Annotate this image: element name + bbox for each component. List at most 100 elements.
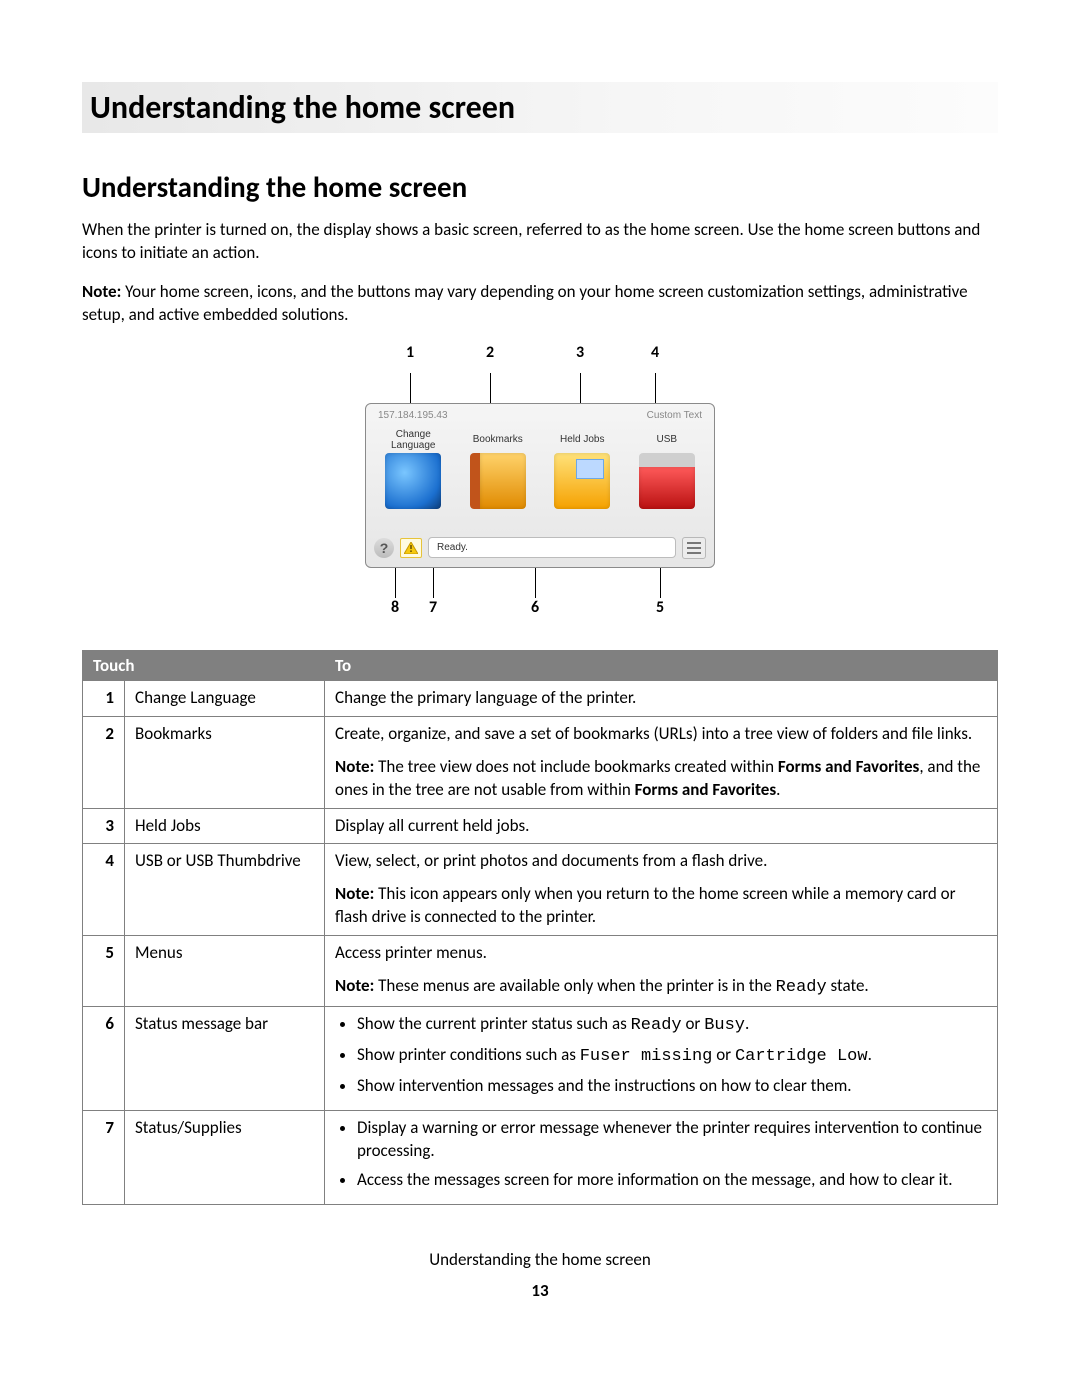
page-number: 13 — [82, 1280, 998, 1301]
home-item-held-jobs[interactable]: Held Jobs — [545, 429, 619, 509]
callouts-top: 1 2 3 4 — [365, 343, 715, 373]
note-text: These menus are available only when the … — [374, 975, 775, 996]
row-desc: Display all current held jobs. — [325, 808, 998, 844]
status-cartridge-low: Cartridge Low — [735, 1047, 868, 1066]
row-number: 5 — [83, 936, 125, 1007]
row-name: Status message bar — [125, 1007, 325, 1111]
bullet-text: Show printer conditions such as — [357, 1044, 580, 1065]
home-screen-reference-table: Touch To 1 Change Language Change the pr… — [82, 650, 998, 1205]
row-name: Bookmarks — [125, 716, 325, 808]
table-row: 3 Held Jobs Display all current held job… — [83, 808, 998, 844]
note-label: Note: — [82, 281, 121, 302]
device-custom-text: Custom Text — [647, 410, 702, 421]
bullet: Show printer conditions such as Fuser mi… — [357, 1044, 987, 1069]
callout-leaders-bottom — [365, 568, 715, 598]
note-text: state. — [827, 975, 869, 996]
home-item-label: Held Jobs — [545, 429, 619, 451]
bookmark-icon — [470, 453, 526, 509]
note-text: . — [776, 779, 780, 800]
row-note: Note: This icon appears only when you re… — [335, 883, 987, 929]
row-name: Change Language — [125, 680, 325, 716]
chapter-title: Understanding the home screen — [82, 82, 998, 133]
bullet: Show the current printer status such as … — [357, 1013, 987, 1038]
row-name: Status/Supplies — [125, 1110, 325, 1204]
row-desc: View, select, or print photos and docume… — [325, 844, 998, 936]
note-label: Note: — [335, 756, 374, 777]
document-page: Understanding the home screen Understand… — [0, 0, 1080, 1341]
row-number: 1 — [83, 680, 125, 716]
bullet-text: or — [712, 1044, 735, 1065]
home-item-label: USB — [630, 429, 704, 451]
intro-paragraph: When the printer is turned on, the displ… — [82, 219, 998, 265]
callout-7: 7 — [429, 598, 437, 617]
note-text: The tree view does not include bookmarks… — [374, 756, 778, 777]
home-item-usb[interactable]: USB — [630, 429, 704, 509]
printer-home-screen: 157.184.195.43 Custom Text Change Langua… — [365, 403, 715, 568]
col-to: To — [325, 650, 998, 680]
bullet: Show intervention messages and the instr… — [357, 1075, 987, 1098]
bullet: Access the messages screen for more info… — [357, 1169, 987, 1192]
globe-icon — [385, 453, 441, 509]
row-desc: Display a warning or error message whene… — [325, 1110, 998, 1204]
bullet-text: . — [868, 1044, 872, 1065]
row-note: Note: These menus are available only whe… — [335, 975, 987, 1000]
home-item-bookmarks[interactable]: Bookmarks — [461, 429, 535, 509]
row-desc-text: Create, organize, and save a set of book… — [335, 723, 987, 746]
callout-8: 8 — [391, 598, 399, 617]
folder-icon — [554, 453, 610, 509]
forms-favorites-ref: Forms and Favorites — [635, 779, 776, 800]
callout-4: 4 — [651, 343, 659, 362]
table-row: 4 USB or USB Thumbdrive View, select, or… — [83, 844, 998, 936]
usb-icon — [639, 453, 695, 509]
row-number: 7 — [83, 1110, 125, 1204]
device-icons-row: Change Language Bookmarks Held Jobs USB — [374, 425, 706, 509]
row-name: USB or USB Thumbdrive — [125, 844, 325, 936]
note-text: This icon appears only when you return t… — [335, 883, 956, 927]
device-topbar: 157.184.195.43 Custom Text — [374, 410, 706, 425]
col-touch: Touch — [83, 650, 325, 680]
table-row: 5 Menus Access printer menus. Note: Thes… — [83, 936, 998, 1007]
row-desc-text: Access printer menus. — [335, 942, 987, 965]
row-number: 2 — [83, 716, 125, 808]
home-item-label: Change Language — [376, 429, 450, 451]
status-fuser-missing: Fuser missing — [580, 1047, 713, 1066]
row-bullets: Display a warning or error message whene… — [335, 1117, 987, 1192]
row-desc: Show the current printer status such as … — [325, 1007, 998, 1111]
bullet-text: Show the current printer status such as — [357, 1013, 631, 1034]
bullet: Display a warning or error message whene… — [357, 1117, 987, 1163]
row-desc: Create, organize, and save a set of book… — [325, 716, 998, 808]
row-number: 6 — [83, 1007, 125, 1111]
warning-icon[interactable] — [400, 538, 422, 558]
menu-icon[interactable] — [682, 537, 706, 559]
callout-1: 1 — [406, 343, 414, 362]
running-footer: Understanding the home screen — [82, 1249, 998, 1270]
status-busy: Busy — [704, 1016, 745, 1035]
table-header-row: Touch To — [83, 650, 998, 680]
callout-2: 2 — [486, 343, 494, 362]
bullet-text: or — [682, 1013, 705, 1034]
table-row: 6 Status message bar Show the current pr… — [83, 1007, 998, 1111]
note-paragraph: Note: Your home screen, icons, and the b… — [82, 281, 998, 327]
callout-3: 3 — [576, 343, 584, 362]
row-desc-text: View, select, or print photos and docume… — [335, 850, 987, 873]
row-number: 3 — [83, 808, 125, 844]
note-text: Your home screen, icons, and the buttons… — [82, 281, 968, 325]
callouts-bottom: 8 7 6 5 — [365, 598, 715, 628]
device-ip: 157.184.195.43 — [378, 410, 448, 421]
forms-favorites-ref: Forms and Favorites — [778, 756, 919, 777]
help-icon[interactable]: ? — [374, 538, 394, 558]
home-item-change-language[interactable]: Change Language — [376, 429, 450, 509]
ready-state: Ready — [776, 978, 827, 997]
status-ready: Ready — [631, 1016, 682, 1035]
home-item-label: Bookmarks — [461, 429, 535, 451]
bullet-text: . — [745, 1013, 749, 1034]
row-name: Menus — [125, 936, 325, 1007]
page-footer: Understanding the home screen 13 — [82, 1249, 998, 1301]
callout-5: 5 — [656, 598, 664, 617]
table-row: 2 Bookmarks Create, organize, and save a… — [83, 716, 998, 808]
row-note: Note: The tree view does not include boo… — [335, 756, 987, 802]
table-row: 1 Change Language Change the primary lan… — [83, 680, 998, 716]
callout-6: 6 — [531, 598, 539, 617]
row-number: 4 — [83, 844, 125, 936]
status-message-bar[interactable]: Ready. — [428, 537, 676, 558]
